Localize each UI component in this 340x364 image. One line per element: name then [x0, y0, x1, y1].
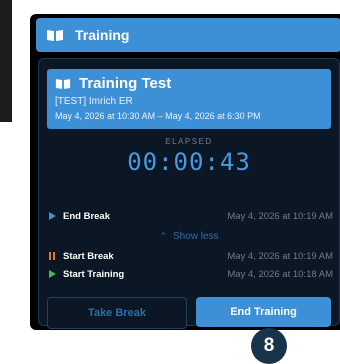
log-item-time: May 4, 2026 at 10:18 AM	[227, 268, 333, 280]
log-item-start-break: Start Break May 4, 2026 at 10:19 AM	[47, 249, 339, 263]
training-card: Training Test [TEST] Imrich ER May 4, 20…	[38, 58, 340, 329]
step-number-badge: 8	[251, 328, 287, 364]
show-less-label: Show less	[172, 231, 219, 242]
training-card-header: Training Test [TEST] Imrich ER May 4, 20…	[47, 69, 331, 129]
play-icon	[47, 269, 57, 279]
chevron-up-icon: ⌃	[159, 231, 167, 241]
training-panel: Training Training Test [TEST] Imrich ER …	[30, 14, 340, 330]
log-item-name: Start Break	[63, 250, 114, 262]
pause-icon	[47, 251, 57, 261]
elapsed-label: ELAPSED	[165, 137, 213, 146]
log-item-time: May 4, 2026 at 10:19 AM	[227, 210, 333, 222]
background-window-edge	[0, 0, 12, 122]
play-icon	[47, 211, 57, 221]
book-open-icon	[55, 78, 71, 90]
training-schedule: May 4, 2026 at 10:30 AM – May 4, 2026 at…	[55, 111, 261, 121]
panel-title: Training	[75, 27, 130, 43]
panel-header: Training	[36, 18, 340, 52]
log-item-name: Start Training	[63, 268, 125, 280]
show-less-toggle[interactable]: ⌃ Show less	[39, 231, 339, 242]
log-item-start-training: Start Training May 4, 2026 at 10:18 AM	[47, 267, 339, 281]
elapsed-timer: 00:00:43	[127, 148, 251, 176]
end-training-button[interactable]: End Training	[196, 297, 331, 327]
training-title: Training Test	[79, 75, 172, 92]
log-item-name: End Break	[63, 210, 110, 222]
book-open-icon	[46, 28, 66, 42]
training-subtitle: [TEST] Imrich ER	[55, 96, 133, 107]
log-item-end-break: End Break May 4, 2026 at 10:19 AM	[47, 209, 339, 223]
take-break-button[interactable]: Take Break	[47, 297, 187, 329]
log-item-time: May 4, 2026 at 10:19 AM	[227, 250, 333, 262]
